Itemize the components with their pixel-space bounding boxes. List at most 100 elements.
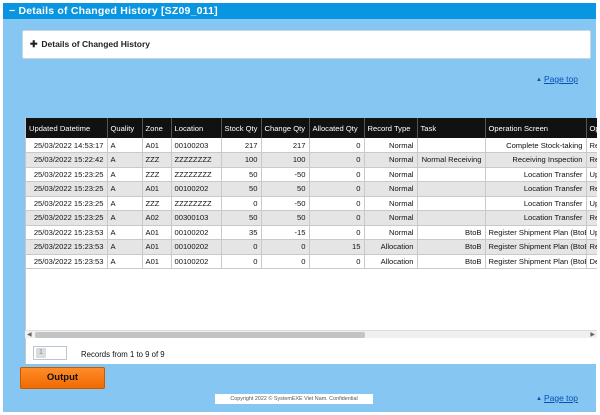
table-cell: A01 [142,225,172,240]
table-cell: A [107,196,143,211]
table-row[interactable]: 25/03/2022 15:23:25 A A02 00300103 50 50 0 Norm… [26,210,597,226]
col-header[interactable]: Updated Datetime [26,118,108,138]
window-title: Details of Changed History [SZ09_011] [18,5,218,17]
table-cell: De [586,254,597,269]
scroll-left-icon[interactable]: ◀ [27,331,32,339]
triangle-up-icon: ▲ [536,396,542,402]
minus-icon[interactable]: − [9,5,15,17]
table-cell: ZZZZZZZZ [171,196,222,211]
col-header[interactable]: Zone [142,118,172,138]
table-cell [417,181,486,197]
table-cell: 0 [309,196,365,211]
copyright-text: Copyright 2022 © SystemEXE Viet Nam. Con… [215,394,373,404]
table-cell: A02 [142,210,172,226]
table-row[interactable]: 25/03/2022 15:23:25 A ZZZ ZZZZZZZZ 0 -50 0 Norm… [26,196,597,211]
table-cell: A [107,225,143,240]
table-row[interactable]: 25/03/2022 15:23:53 A A01 00100202 35 -15 0 Nor… [26,225,597,240]
horizontal-scrollbar[interactable]: ◀ ▶ [25,330,597,338]
col-header[interactable]: Record Type [364,118,418,138]
table-cell: 00100202 [171,239,222,255]
col-header[interactable]: Task [417,118,486,138]
details-panel-header[interactable]: ✚ Details of Changed History [22,30,591,59]
table-cell: 25/03/2022 15:23:25 [26,167,108,182]
table-cell: -50 [261,167,310,182]
pager: 1 [33,346,67,360]
table-cell: A01 [142,181,172,197]
table-cell: 0 [309,152,365,168]
table-cell: 0 [309,167,365,182]
table-cell: Re [586,152,597,168]
page-top-link[interactable]: ▲ Page top [536,74,578,84]
table-cell: Normal [364,225,418,240]
table-cell: -15 [261,225,310,240]
table-cell: Re [586,181,597,197]
plus-icon[interactable]: ✚ [30,31,39,58]
triangle-up-icon: ▲ [536,77,542,83]
col-header[interactable]: Allocated Qty [309,118,365,138]
table-cell: Normal [364,152,418,168]
scrollbar-thumb[interactable] [35,332,365,338]
table-cell: 25/03/2022 15:23:53 [26,239,108,255]
table-row[interactable]: 25/03/2022 15:23:53 A A01 00100202 0 0 15 Alloc… [26,239,597,255]
table-cell: 0 [309,181,365,197]
table-cell: A [107,167,143,182]
table-cell: 25/03/2022 15:23:53 [26,225,108,240]
table-cell: 00300103 [171,210,222,226]
table-cell: Location Transfer [485,181,587,197]
col-header[interactable]: Op [586,118,597,138]
table-cell: A [107,138,143,153]
table-cell: Register Shipment Plan (BtoB [485,239,587,255]
table-cell: A [107,210,143,226]
table-row[interactable]: 25/03/2022 15:23:53 A A01 00100202 0 0 0 Alloca… [26,254,597,269]
table-cell: Complete Stock-taking [485,138,587,153]
page-top-link-bottom[interactable]: ▲ Page top [536,393,578,403]
table-cell: A01 [142,138,172,153]
table-row[interactable]: 25/03/2022 15:22:42 A ZZZ ZZZZZZZZ 100 100 0 No… [26,152,597,168]
col-header[interactable]: Operation Screen [485,118,587,138]
table-cell: Re [586,138,597,153]
table-cell: Re [586,239,597,255]
table-cell: Allocation [364,254,418,269]
table-cell: Location Transfer [485,196,587,211]
table-cell: A01 [142,254,172,269]
table-cell: BtoB [417,254,486,269]
col-header[interactable]: Quality [107,118,143,138]
table-cell: ZZZ [142,167,172,182]
table-cell: 217 [261,138,310,153]
output-button[interactable]: Output [20,367,105,389]
table-cell: 0 [261,254,310,269]
table-cell: 35 [221,225,262,240]
history-grid: Updated Datetime Quality Zone Location S… [25,118,597,364]
table-cell: 50 [221,210,262,226]
table-cell: BtoB [417,225,486,240]
table-cell: A [107,254,143,269]
table-cell: Normal [364,138,418,153]
col-header[interactable]: Change Qty [261,118,310,138]
table-cell [417,196,486,211]
table-cell: 25/03/2022 15:23:25 [26,210,108,226]
col-header[interactable]: Stock Qty [221,118,262,138]
table-cell: Normal [364,181,418,197]
records-count: Records from 1 to 9 of 9 [78,349,168,360]
table-cell: 0 [309,254,365,269]
table-cell: 50 [221,181,262,197]
table-cell: Re [586,210,597,226]
table-cell: 25/03/2022 15:22:42 [26,152,108,168]
scroll-right-icon[interactable]: ▶ [590,331,595,339]
table-cell: Up [586,196,597,211]
table-cell: 0 [261,239,310,255]
table-row[interactable]: 25/03/2022 15:23:25 A ZZZ ZZZZZZZZ 50 -50 0 Nor… [26,167,597,182]
table-cell: Allocation [364,239,418,255]
table-cell: A01 [142,239,172,255]
table-cell: Normal [364,210,418,226]
table-cell: 25/03/2022 14:53:17 [26,138,108,153]
table-cell: A [107,152,143,168]
table-cell: 0 [221,254,262,269]
table-cell: Up [586,167,597,182]
table-row[interactable]: 25/03/2022 15:23:25 A A01 00100202 50 50 0 Norm… [26,181,597,197]
table-cell: Register Shipment Plan (BtoB [485,225,587,240]
table-row[interactable]: 25/03/2022 14:53:17 A A01 00100203 217 217 0 No… [26,138,597,153]
table-cell: ZZZZZZZZ [171,152,222,168]
col-header[interactable]: Location [171,118,222,138]
page-number-button[interactable]: 1 [36,348,46,358]
